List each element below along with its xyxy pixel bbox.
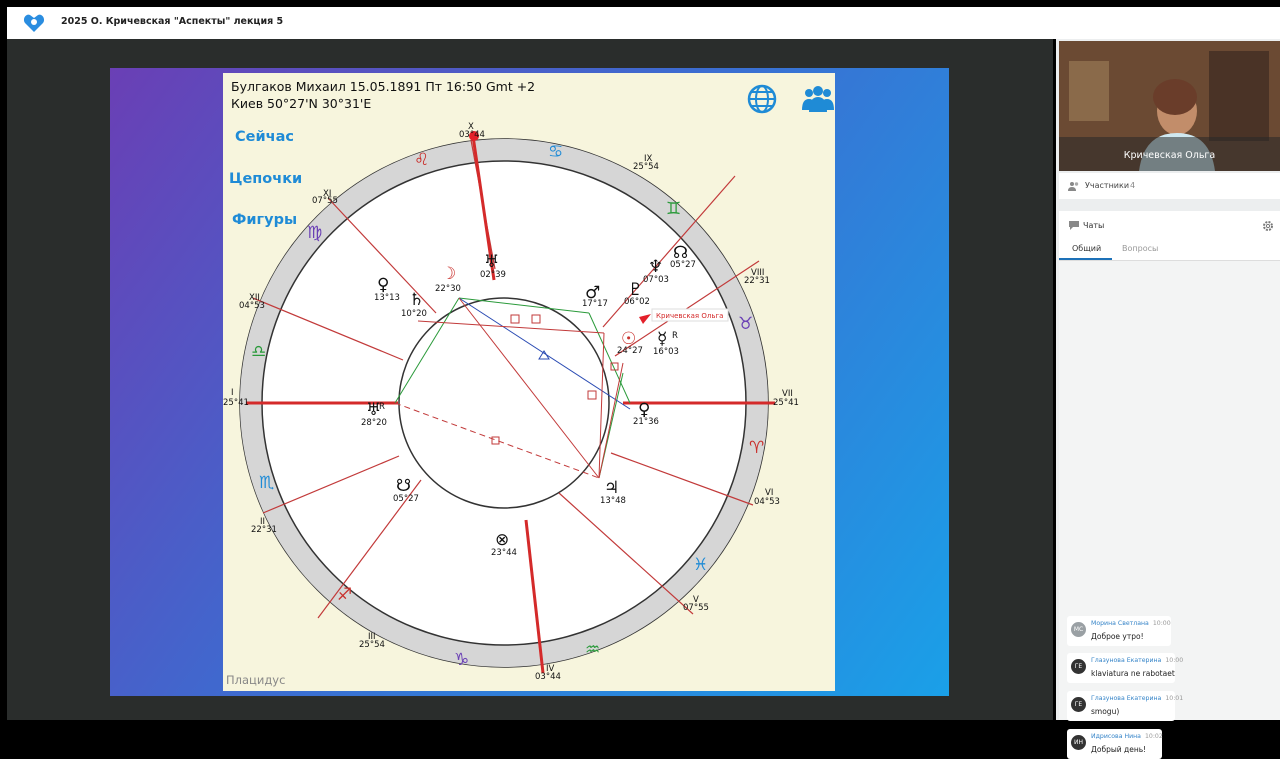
svg-text:♏: ♏ — [259, 473, 274, 493]
house-system-label: Плацидус — [226, 673, 286, 687]
svg-text:13°13: 13°13 — [374, 293, 400, 303]
svg-text:10°20: 10°20 — [401, 309, 427, 319]
svg-text:06°02: 06°02 — [624, 297, 650, 307]
participants-count: 4 — [1130, 181, 1136, 190]
svg-text:22°31: 22°31 — [251, 525, 277, 535]
svg-text:21°36: 21°36 — [633, 417, 659, 427]
app-window: 2025 О. Кричевская "Аспекты" лекция 5 Бу… — [0, 0, 1280, 759]
svg-text:13°48: 13°48 — [600, 496, 626, 506]
svg-text:04°53: 04°53 — [754, 497, 780, 507]
svg-text:♑: ♑ — [454, 650, 469, 670]
svg-text:♃: ♃ — [604, 478, 619, 498]
aspect-circle — [398, 297, 610, 509]
message-author: Глазунова Екатерина — [1091, 695, 1162, 702]
svg-text:☿: ☿ — [657, 329, 667, 349]
svg-text:♌: ♌ — [414, 150, 429, 170]
app-logo-icon — [23, 14, 45, 32]
svg-text:♆: ♆ — [648, 257, 663, 277]
svg-text:I: I — [231, 388, 234, 398]
message-time: 10:02 — [1144, 733, 1163, 740]
svg-text:♀: ♀ — [377, 275, 389, 295]
svg-text:♋: ♋ — [548, 142, 563, 162]
svg-text:♍: ♍ — [307, 223, 322, 243]
svg-text:☽: ☽ — [441, 264, 456, 284]
svg-text:☋: ☋ — [396, 476, 411, 496]
svg-text:07°55: 07°55 — [683, 603, 709, 613]
svg-text:05°27: 05°27 — [670, 260, 696, 270]
pointer-label: Кричевская Ольга — [656, 312, 723, 320]
message-text: Добрый день! — [1091, 745, 1147, 754]
tab-active-indicator — [1059, 258, 1112, 260]
svg-text:23°44: 23°44 — [491, 548, 517, 558]
svg-text:17°17: 17°17 — [582, 299, 608, 309]
svg-text:22°30: 22°30 — [435, 284, 461, 294]
svg-text:♊: ♊ — [666, 199, 681, 219]
svg-text:♎: ♎ — [251, 342, 266, 362]
participants-icon — [1068, 182, 1079, 191]
svg-text:♒: ♒ — [585, 640, 600, 660]
message-author: Глазунова Екатерина — [1091, 657, 1162, 664]
chats-title: Чаты — [1083, 221, 1105, 230]
svg-text:25°54: 25°54 — [633, 162, 659, 172]
chat-panel: Чаты Общий Вопросы МС Морина Светлана 10:… — [1059, 211, 1280, 721]
chart-wheel: Кричевская Ольга ♌ ♋ ♊ ♉ ♈ ♓ ♒ ♑ ♐ ♏ ♎ ♍… — [223, 122, 799, 682]
message-text: Доброе утро! — [1091, 632, 1144, 641]
presentation-stage: Булгаков Михаил 15.05.1891 Пт 16:50 Gmt … — [7, 39, 1053, 720]
svg-text:28°20: 28°20 — [361, 418, 387, 428]
svg-text:04°53: 04°53 — [239, 301, 265, 311]
svg-text:05°27: 05°27 — [393, 494, 419, 504]
svg-text:R: R — [672, 331, 678, 341]
message-text: smogu) — [1091, 707, 1120, 716]
presentation-slide: Булгаков Михаил 15.05.1891 Пт 16:50 Gmt … — [110, 68, 949, 696]
svg-text:03°44: 03°44 — [535, 672, 561, 682]
svg-text:07°03: 07°03 — [643, 275, 669, 285]
presenter-name: Кричевская Ольга — [1123, 150, 1216, 161]
avatar: ГЕ — [1071, 659, 1086, 674]
chat-message: ИН Идрисова Нина 10:02 Добрый день! — [1067, 729, 1163, 759]
message-time: 10:01 — [1165, 695, 1184, 702]
chat-message: ГЕ Глазунова Екатерина 10:01 smogu) — [1067, 691, 1183, 721]
message-author: Идрисова Нина — [1091, 733, 1141, 740]
svg-text:R: R — [379, 402, 385, 412]
svg-text:02°39: 02°39 — [480, 270, 506, 280]
svg-text:25°54: 25°54 — [359, 640, 385, 650]
svg-text:♈: ♈ — [749, 438, 764, 458]
svg-text:22°31: 22°31 — [744, 276, 770, 286]
svg-text:♓: ♓ — [693, 555, 708, 575]
svg-text:♉: ♉ — [738, 314, 753, 334]
svg-text:⊗: ⊗ — [495, 530, 509, 550]
message-time: 10:00 — [1152, 620, 1171, 627]
svg-text:♐: ♐ — [337, 585, 352, 605]
avatar: МС — [1071, 622, 1086, 637]
svg-text:♄: ♄ — [409, 290, 424, 310]
svg-text:24°27: 24°27 — [617, 346, 643, 356]
natal-chart-card: Булгаков Михаил 15.05.1891 Пт 16:50 Gmt … — [223, 73, 835, 691]
avatar: ИН — [1071, 735, 1086, 750]
window-title: 2025 О. Кричевская "Аспекты" лекция 5 — [61, 16, 284, 27]
avatar: ГЕ — [1071, 697, 1086, 712]
chat-message: МС Морина Светлана 10:00 Доброе утро! — [1067, 616, 1171, 646]
message-author: Морина Светлана — [1091, 620, 1149, 627]
svg-text:25°41: 25°41 — [773, 398, 799, 408]
svg-text:07°55: 07°55 — [312, 196, 338, 206]
message-time: 10:00 — [1165, 657, 1184, 664]
gear-icon[interactable] — [1262, 220, 1274, 232]
participants-label: Участники — [1085, 181, 1130, 190]
tab-general[interactable]: Общий — [1072, 244, 1101, 253]
presenter-video[interactable]: Кричевская Ольга — [1059, 41, 1280, 171]
svg-text:03°44: 03°44 — [459, 130, 485, 140]
chat-message: ГЕ Глазунова Екатерина 10:00 klaviatura n… — [1067, 653, 1183, 683]
right-panel: Кричевская Ольга Участники 4 Чаты Общий — [1056, 39, 1280, 759]
message-text: klaviatura ne rabotaet — [1091, 669, 1175, 678]
participants-bar[interactable]: Участники 4 — [1059, 173, 1280, 199]
svg-text:16°03: 16°03 — [653, 347, 679, 357]
svg-text:♅: ♅ — [484, 252, 499, 272]
svg-text:25°41: 25°41 — [223, 398, 249, 408]
chat-icon — [1069, 221, 1079, 230]
tab-questions[interactable]: Вопросы — [1122, 244, 1158, 253]
title-bar: 2025 О. Кричевская "Аспекты" лекция 5 — [7, 7, 1280, 39]
chat-header: Чаты Общий Вопросы — [1059, 211, 1280, 261]
